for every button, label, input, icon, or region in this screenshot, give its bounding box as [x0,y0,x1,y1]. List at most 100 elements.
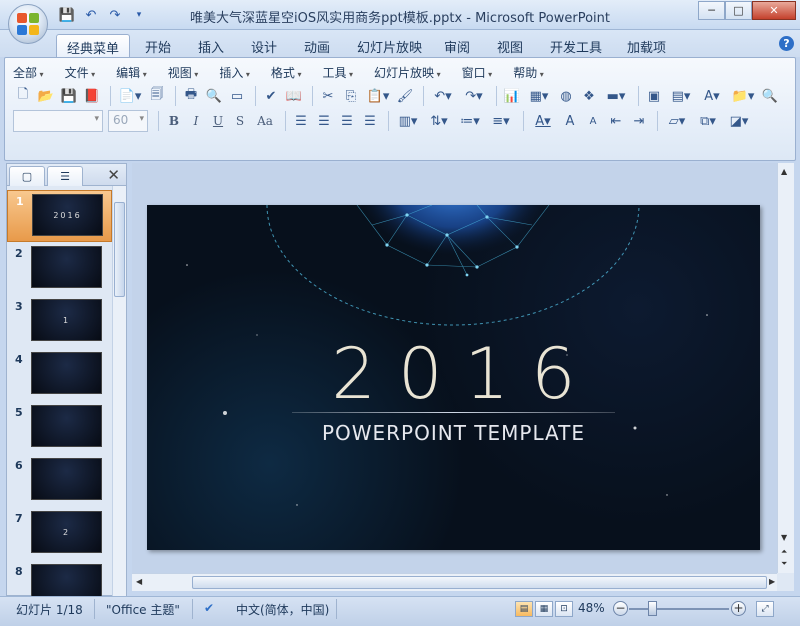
bullets-icon[interactable]: ≡▾ [487,111,515,131]
save-icon[interactable]: 💾 [59,86,79,106]
line-color-icon[interactable]: ▬▾ [602,86,630,106]
menu-slideshow[interactable]: 幻灯片放映 [374,64,441,81]
spelling-icon[interactable]: ✔ [261,86,281,106]
slide-sorter-view-button[interactable]: ▦ [535,601,553,617]
slideshow-view-button[interactable]: ⊡ [555,601,573,617]
increase-indent-icon[interactable]: ⇥ [629,111,649,131]
print-icon[interactable]: 🖶 [181,86,201,106]
bold-button[interactable]: B [164,111,184,131]
menu-help[interactable]: 帮助 [513,64,544,81]
print-preview-icon[interactable]: 🔍 [204,86,224,106]
menu-tools[interactable]: 工具 [322,64,353,81]
align-right-icon[interactable]: ☰ [337,111,357,131]
menu-edit[interactable]: 编辑 [116,64,147,81]
layout-icon[interactable]: ▤▾ [667,86,695,106]
vertical-scrollbar[interactable]: ▲ ▼ ⏶ ⏷ [777,163,794,573]
menu-insert[interactable]: 插入 [219,64,250,81]
current-slide[interactable]: 2016 POWERPOINT TEMPLATE [147,205,760,550]
spelling-check-icon[interactable]: ✔ [204,601,214,615]
tab-slideshow[interactable]: 幻灯片放映 [347,34,432,57]
scroll-up-icon[interactable]: ▲ [781,167,787,176]
slide-thumbnail-2[interactable]: 2 [7,243,112,295]
maximize-button[interactable]: □ [725,1,752,20]
slide-subtitle[interactable]: POWERPOINT TEMPLATE [147,421,760,445]
horizontal-scrollbar[interactable]: ◀ ▶ [132,573,777,591]
new-slide-icon[interactable]: ▣ [644,86,664,106]
menu-file[interactable]: 文件 [65,64,96,81]
menu-format[interactable]: 格式 [271,64,302,81]
zoom-in-icon[interactable]: + [731,601,746,616]
undo-icon[interactable]: ↶▾ [429,86,457,106]
normal-view-button[interactable]: ▤ [515,601,533,617]
font-size-select[interactable]: 60 [108,110,148,132]
zoom-out-icon[interactable]: − [613,601,628,616]
clipart-icon[interactable]: ◍ [556,86,576,106]
font-name-select[interactable] [13,110,103,132]
format-painter-icon[interactable]: 🖌 [395,86,415,106]
tab-view[interactable]: 视图 [487,34,533,57]
chart-icon[interactable]: 📊 [502,86,522,106]
menu-view[interactable]: 视图 [168,64,199,81]
grow-font-icon[interactable]: A [560,111,580,131]
tab-insert[interactable]: 插入 [188,34,234,57]
menu-window[interactable]: 窗口 [462,64,493,81]
previous-slide-icon[interactable]: ⏶ [781,547,787,557]
scroll-left-icon[interactable]: ◀ [136,577,142,586]
redo-icon[interactable]: ↷▾ [460,86,488,106]
fit-to-window-icon[interactable]: ⤢ [756,601,774,617]
new-icon[interactable]: 🗋 [13,86,33,106]
shapes-icon[interactable]: ▱▾ [663,111,691,131]
zoom-slider-handle[interactable] [648,601,657,616]
arrange-icon[interactable]: ⧉▾ [694,111,722,131]
scroll-down-icon[interactable]: ▼ [781,533,787,542]
slide-title[interactable]: 2016 [147,333,760,415]
slide-thumbnail-8[interactable]: 8 [7,561,112,596]
slide-thumbnail-7[interactable]: 7 2 [7,508,112,560]
table-icon[interactable]: ▦▾ [525,86,553,106]
tab-home[interactable]: 开始 [135,34,181,57]
tab-review[interactable]: 审阅 [434,34,480,57]
zoom-level[interactable]: 48% [578,601,605,615]
slide-thumbnail-1[interactable]: 1 2016 [7,190,112,242]
tab-addins[interactable]: 加载项 [617,34,676,57]
slide-view-icon[interactable]: ▭ [227,86,247,106]
theme-name[interactable]: "Office 主题" [106,601,180,618]
slide-thumbnail-4[interactable]: 4 [7,349,112,401]
zoom-slider-track[interactable] [629,608,729,610]
minimize-button[interactable]: ─ [698,1,725,20]
textbox-icon[interactable]: A▾ [698,86,726,106]
shrink-font-icon[interactable]: A [583,111,603,131]
copy-icon[interactable]: ⎘ [341,86,361,106]
office-button[interactable] [8,4,48,44]
tab-classic-menu[interactable]: 经典菜单 [56,34,131,57]
text-direction-icon[interactable]: ⇅▾ [425,111,453,131]
scroll-right-icon[interactable]: ▶ [769,577,775,586]
font-color-icon[interactable]: A▾ [529,111,557,131]
next-slide-icon[interactable]: ⏷ [781,559,787,569]
shadow-button[interactable]: S [230,111,250,131]
align-left-icon[interactable]: ☰ [291,111,311,131]
slide-thumbnail-3[interactable]: 3 1 [7,296,112,348]
numbering-icon[interactable]: ≔▾ [456,111,484,131]
open-icon[interactable]: 📂 [36,86,56,106]
paste-icon[interactable]: 📋▾ [364,86,392,106]
outline-tab[interactable]: ☰ [47,166,83,186]
help-icon[interactable]: ? [779,36,794,51]
language-indicator[interactable]: 中文(简体，中国) [236,601,329,618]
permission-icon[interactable]: 📄▾ [116,86,144,106]
tab-animations[interactable]: 动画 [294,34,340,57]
tab-developer[interactable]: 开发工具 [540,34,612,57]
close-panel-icon[interactable]: ✕ [107,166,120,184]
pdf-icon[interactable]: 📕 [82,86,102,106]
slide-thumbnail-5[interactable]: 5 [7,402,112,454]
decrease-indent-icon[interactable]: ⇤ [606,111,626,131]
underline-button[interactable]: U [208,111,228,131]
panel-scroll-thumb[interactable] [114,202,125,297]
horizontal-scroll-thumb[interactable] [192,576,767,589]
menu-all[interactable]: 全部 [13,64,44,81]
italic-button[interactable]: I [186,111,206,131]
attach-icon[interactable]: 🗐 [147,86,167,106]
smartart-icon[interactable]: ❖ [579,86,599,106]
research-icon[interactable]: 📖 [284,86,304,106]
slides-tab[interactable]: ▢ [9,166,45,186]
